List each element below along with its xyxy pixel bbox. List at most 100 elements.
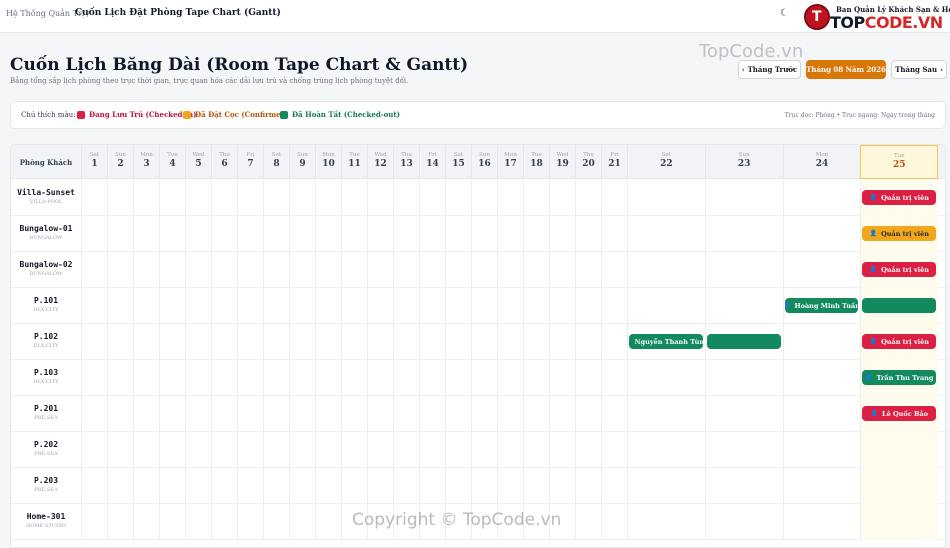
day-cell[interactable]	[263, 360, 289, 396]
day-cell[interactable]	[523, 432, 549, 468]
day-cell[interactable]	[341, 432, 367, 468]
day-cell[interactable]	[289, 252, 315, 288]
day-cell[interactable]	[341, 468, 367, 504]
day-cell[interactable]	[289, 504, 315, 540]
prev-month-button[interactable]: ‹ Tháng Trước	[738, 60, 801, 79]
booking-bar[interactable]: 👤Nguyễn Thanh Tùng	[629, 334, 703, 349]
day-cell[interactable]	[601, 216, 627, 252]
day-cell[interactable]	[315, 360, 341, 396]
day-cell[interactable]	[185, 360, 211, 396]
day-cell[interactable]	[575, 396, 601, 432]
day-cell[interactable]	[289, 288, 315, 324]
day-cell[interactable]	[860, 504, 939, 540]
day-cell[interactable]	[133, 180, 159, 216]
day-cell[interactable]	[81, 360, 107, 396]
day-cell[interactable]	[782, 504, 861, 540]
day-cell[interactable]	[704, 288, 783, 324]
day-cell[interactable]	[159, 360, 185, 396]
day-cell[interactable]	[393, 432, 419, 468]
day-cell[interactable]	[107, 180, 133, 216]
day-cell[interactable]	[549, 360, 575, 396]
day-cell[interactable]	[419, 432, 445, 468]
day-cell[interactable]	[367, 180, 393, 216]
day-cell[interactable]	[471, 360, 497, 396]
day-cell[interactable]	[237, 396, 263, 432]
day-cell[interactable]	[367, 432, 393, 468]
booking-bar[interactable]: 👤 Lê Quốc Bảo	[862, 406, 937, 421]
day-cell[interactable]	[107, 504, 133, 540]
day-cell[interactable]	[289, 180, 315, 216]
day-cell[interactable]	[445, 252, 471, 288]
day-cell[interactable]	[133, 252, 159, 288]
day-cell[interactable]	[211, 396, 237, 432]
day-cell[interactable]	[575, 360, 601, 396]
day-cell[interactable]	[107, 360, 133, 396]
booking-bar[interactable]	[706, 334, 781, 349]
day-cell[interactable]	[185, 432, 211, 468]
day-cell[interactable]	[627, 468, 705, 504]
day-cell[interactable]	[627, 288, 705, 324]
day-cell[interactable]	[107, 252, 133, 288]
day-cell[interactable]	[860, 432, 939, 468]
day-cell[interactable]	[549, 396, 575, 432]
day-cell[interactable]	[445, 180, 471, 216]
day-cell[interactable]	[497, 288, 523, 324]
day-cell[interactable]	[393, 396, 419, 432]
day-cell[interactable]	[523, 468, 549, 504]
day-cell[interactable]	[159, 432, 185, 468]
day-cell[interactable]	[782, 432, 861, 468]
day-cell[interactable]	[393, 216, 419, 252]
day-cell[interactable]	[393, 180, 419, 216]
day-cell[interactable]	[315, 324, 341, 360]
day-cell[interactable]	[185, 252, 211, 288]
day-cell[interactable]	[704, 216, 783, 252]
day-cell[interactable]	[419, 360, 445, 396]
day-cell[interactable]	[575, 216, 601, 252]
day-cell[interactable]	[211, 288, 237, 324]
day-cell[interactable]	[211, 216, 237, 252]
day-cell[interactable]	[107, 288, 133, 324]
day-cell[interactable]	[523, 360, 549, 396]
day-cell[interactable]	[159, 504, 185, 540]
day-cell[interactable]	[341, 324, 367, 360]
day-cell[interactable]	[289, 396, 315, 432]
day-cell[interactable]	[860, 468, 939, 504]
day-cell[interactable]	[237, 432, 263, 468]
day-cell[interactable]	[185, 180, 211, 216]
day-cell[interactable]	[782, 180, 861, 216]
day-cell[interactable]	[133, 468, 159, 504]
day-cell[interactable]	[575, 288, 601, 324]
day-cell[interactable]	[81, 252, 107, 288]
day-cell[interactable]	[107, 468, 133, 504]
day-cell[interactable]	[549, 252, 575, 288]
day-cell[interactable]	[471, 324, 497, 360]
day-cell[interactable]	[133, 432, 159, 468]
day-cell[interactable]	[263, 180, 289, 216]
day-cell[interactable]	[315, 396, 341, 432]
day-cell[interactable]	[315, 432, 341, 468]
day-cell[interactable]	[341, 288, 367, 324]
day-cell[interactable]	[263, 396, 289, 432]
booking-bar[interactable]: 👤 Quản trị viên	[862, 190, 937, 205]
day-cell[interactable]	[341, 252, 367, 288]
dark-mode-icon[interactable]: ☾	[780, 8, 789, 19]
day-cell[interactable]	[367, 216, 393, 252]
day-cell[interactable]	[782, 360, 861, 396]
day-cell[interactable]	[263, 324, 289, 360]
day-cell[interactable]	[263, 288, 289, 324]
day-cell[interactable]	[497, 468, 523, 504]
current-month-button[interactable]: Tháng 08 Năm 2026	[806, 60, 886, 79]
day-cell[interactable]	[601, 252, 627, 288]
day-cell[interactable]	[237, 360, 263, 396]
day-cell[interactable]	[471, 468, 497, 504]
day-cell[interactable]	[575, 252, 601, 288]
next-month-button[interactable]: Tháng Sau ›	[891, 60, 947, 79]
day-cell[interactable]	[81, 468, 107, 504]
day-cell[interactable]	[549, 288, 575, 324]
day-cell[interactable]	[497, 252, 523, 288]
day-cell[interactable]	[315, 252, 341, 288]
day-cell[interactable]	[627, 504, 705, 540]
day-cell[interactable]	[289, 468, 315, 504]
day-cell[interactable]	[601, 360, 627, 396]
day-cell[interactable]	[211, 324, 237, 360]
